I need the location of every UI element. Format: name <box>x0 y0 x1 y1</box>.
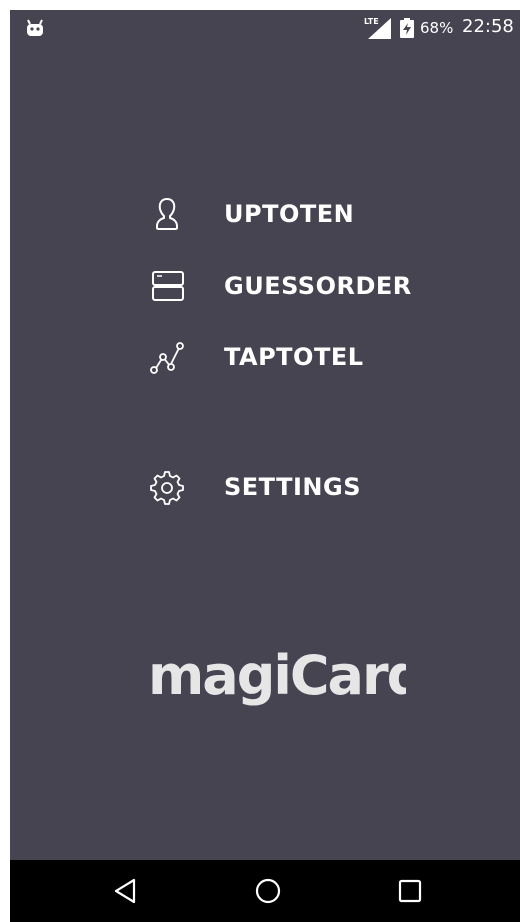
person-icon <box>156 198 178 230</box>
logo-text: magiCard <box>148 644 406 707</box>
connected-nodes-icon <box>150 342 184 374</box>
status-bar: LTE 68% 22:58 <box>10 10 520 48</box>
magicard-logo: magiCard <box>148 644 406 707</box>
menu-label-settings: SETTINGS <box>224 473 361 501</box>
recents-square-icon[interactable] <box>393 874 427 908</box>
status-clock: 22:58 <box>462 16 514 37</box>
lte-signal-icon: LTE <box>364 17 391 39</box>
menu-label-taptotel: TAPTOTEL <box>224 343 364 371</box>
menu-item-guessorder[interactable]: GUESSORDER <box>148 264 448 308</box>
home-circle-icon[interactable] <box>251 874 285 908</box>
menu-item-taptotel[interactable]: TAPTOTEL <box>148 335 448 379</box>
battery-charging-icon <box>400 18 414 38</box>
menu-item-settings[interactable]: SETTINGS <box>148 465 448 509</box>
battery-percentage: 68% <box>420 19 454 37</box>
network-type-label: LTE <box>364 17 379 26</box>
menu-item-uptoten[interactable]: UPTOTEN <box>148 192 448 236</box>
menu-label-guessorder: GUESSORDER <box>224 272 412 300</box>
back-triangle-icon[interactable] <box>108 874 142 908</box>
app-screen: LTE 68% 22:58 UPTOTEN GUESSORDER TAPTOTE… <box>10 10 520 922</box>
navigation-bar <box>10 860 520 922</box>
stacked-cards-icon <box>152 271 184 301</box>
gear-icon <box>150 471 184 505</box>
menu-label-uptoten: UPTOTEN <box>224 200 355 228</box>
android-icon <box>27 19 43 36</box>
